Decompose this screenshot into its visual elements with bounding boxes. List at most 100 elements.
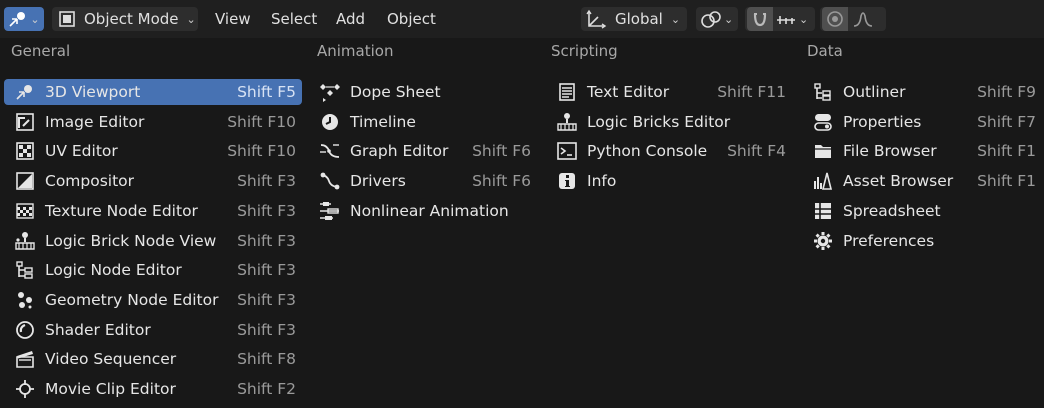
shader-editor-icon [12,319,38,341]
menu-item-label: UV Editor [45,142,118,161]
menu-object[interactable]: Object [379,7,444,31]
header-bar: ⌄ Object Mode ⌄ View Select Add Object G… [0,0,1044,39]
menu-item-shortcut: Shift F3 [237,172,296,191]
menu-item-label: Geometry Node Editor [45,290,219,309]
properties-icon [810,111,836,133]
menu-item-timeline[interactable]: Timeline [309,109,537,135]
info-icon [554,170,580,192]
menu-item-label: Nonlinear Animation [350,201,509,220]
menu-item-shortcut: Shift F7 [977,112,1036,131]
preferences-icon [810,230,836,252]
menu-item-outliner[interactable]: Outliner Shift F9 [802,79,1042,105]
menu-item-shortcut: Shift F5 [237,83,296,101]
menu-item-compositor[interactable]: Compositor Shift F3 [4,168,302,194]
menu-item-label: Image Editor [45,112,145,131]
snap-toggle[interactable] [747,7,773,31]
menu-item-shortcut: Shift F1 [977,172,1036,191]
menu-item-asset-browser[interactable]: Asset Browser Shift F1 [802,168,1042,194]
menu-item-label: Video Sequencer [45,350,177,369]
menu-item-shortcut: Shift F1 [977,142,1036,161]
snapping-group[interactable]: ⌄ [745,7,815,31]
menu-item-label: Shader Editor [45,320,151,339]
menu-item-spreadsheet[interactable]: Spreadsheet [802,198,1042,224]
menu-item-label: Texture Node Editor [45,201,198,220]
texture-node-icon [12,200,38,222]
menu-item-label: Asset Browser [843,172,954,191]
menu-item-3d-viewport[interactable]: 3D Viewport Shift F5 [4,79,302,105]
chevron-down-icon: ⌄ [799,12,809,26]
menu-item-info[interactable]: Info [546,168,792,194]
menu-item-label: Logic Bricks Editor [587,112,731,131]
menu-item-shortcut: Shift F3 [237,261,296,280]
menu-item-dope-sheet[interactable]: Dope Sheet [309,79,537,105]
menu-item-geometry-node-editor[interactable]: Geometry Node Editor Shift F3 [4,287,302,313]
pivot-point-dropdown[interactable]: ⌄ [696,7,738,31]
asset-browser-icon [810,170,836,192]
python-console-icon [554,140,580,162]
orientation-icon [585,9,607,29]
menu-item-label: Timeline [350,112,416,131]
menu-item-label: Compositor [45,172,135,191]
video-sequencer-icon [12,348,38,370]
falloff-curve-icon [852,10,874,28]
uv-editor-icon [12,140,38,162]
menu-item-shortcut: Shift F10 [227,112,296,131]
menu-item-shortcut: Shift F6 [472,172,531,191]
graph-editor-icon [317,140,343,162]
proportional-icon [827,11,843,27]
viewport-3d-icon [8,10,28,28]
menu-add[interactable]: Add [328,7,373,31]
viewport-3d-icon [12,81,38,103]
menu-item-file-browser[interactable]: File Browser Shift F1 [802,138,1042,164]
text-editor-icon [554,81,580,103]
nla-icon [317,200,343,222]
menu-view[interactable]: View [207,7,259,31]
compositor-icon [12,170,38,192]
menu-item-label: Movie Clip Editor [45,380,176,398]
column-title-data: Data [807,42,843,60]
column-title-scripting: Scripting [551,42,618,60]
menu-item-uv-editor[interactable]: UV Editor Shift F10 [4,138,302,164]
menu-item-label: Text Editor [587,83,670,101]
object-mode-label: Object Mode [84,10,179,28]
menu-item-graph-editor[interactable]: Graph Editor Shift F6 [309,138,537,164]
menu-item-python-console[interactable]: Python Console Shift F4 [546,138,792,164]
menu-item-shortcut: Shift F3 [237,320,296,339]
menu-item-properties[interactable]: Properties Shift F7 [802,109,1042,135]
file-browser-icon [810,140,836,162]
menu-item-text-editor[interactable]: Text Editor Shift F11 [546,79,792,105]
menu-item-label: 3D Viewport [45,83,141,101]
image-editor-icon [12,111,38,133]
proportional-toggle[interactable] [822,7,848,31]
menu-item-label: Preferences [843,231,935,250]
menu-item-shortcut: Shift F2 [237,380,296,398]
menu-item-shortcut: Shift F11 [717,83,786,101]
menu-item-logic-brick-node-view[interactable]: Logic Brick Node View Shift F3 [4,228,302,254]
editor-type-button[interactable]: ⌄ [4,7,44,31]
menu-select[interactable]: Select [263,7,325,31]
menu-item-shortcut: Shift F4 [727,142,786,161]
magnet-icon [753,13,767,27]
menu-item-label: Drivers [350,172,406,191]
geometry-node-icon [12,289,38,311]
dope-sheet-icon [317,81,343,103]
chevron-down-icon: ⌄ [186,12,196,26]
menu-item-nonlinear-animation[interactable]: Nonlinear Animation [309,198,537,224]
menu-item-video-sequencer[interactable]: Video Sequencer Shift F8 [4,346,302,372]
menu-item-shortcut: Shift F3 [237,290,296,309]
chevron-down-icon: ⌄ [670,12,681,26]
menu-item-shortcut: Shift F3 [237,201,296,220]
object-mode-dropdown[interactable]: Object Mode ⌄ [52,7,198,31]
menu-item-image-editor[interactable]: Image Editor Shift F10 [4,109,302,135]
menu-item-drivers[interactable]: Drivers Shift F6 [309,168,537,194]
menu-item-texture-node-editor[interactable]: Texture Node Editor Shift F3 [4,198,302,224]
menu-item-logic-node-editor[interactable]: Logic Node Editor Shift F3 [4,257,302,283]
menu-item-preferences[interactable]: Preferences [802,228,1042,254]
menu-item-shader-editor[interactable]: Shader Editor Shift F3 [4,317,302,343]
snap-increment-icon [775,10,797,28]
column-title-animation: Animation [317,42,394,60]
menu-item-movie-clip-editor[interactable]: Movie Clip Editor Shift F2 [4,376,302,402]
transform-orientation-dropdown[interactable]: Global ⌄ [581,7,687,31]
menu-item-logic-bricks-editor[interactable]: Logic Bricks Editor [546,109,792,135]
proportional-editing-group[interactable] [820,7,886,31]
